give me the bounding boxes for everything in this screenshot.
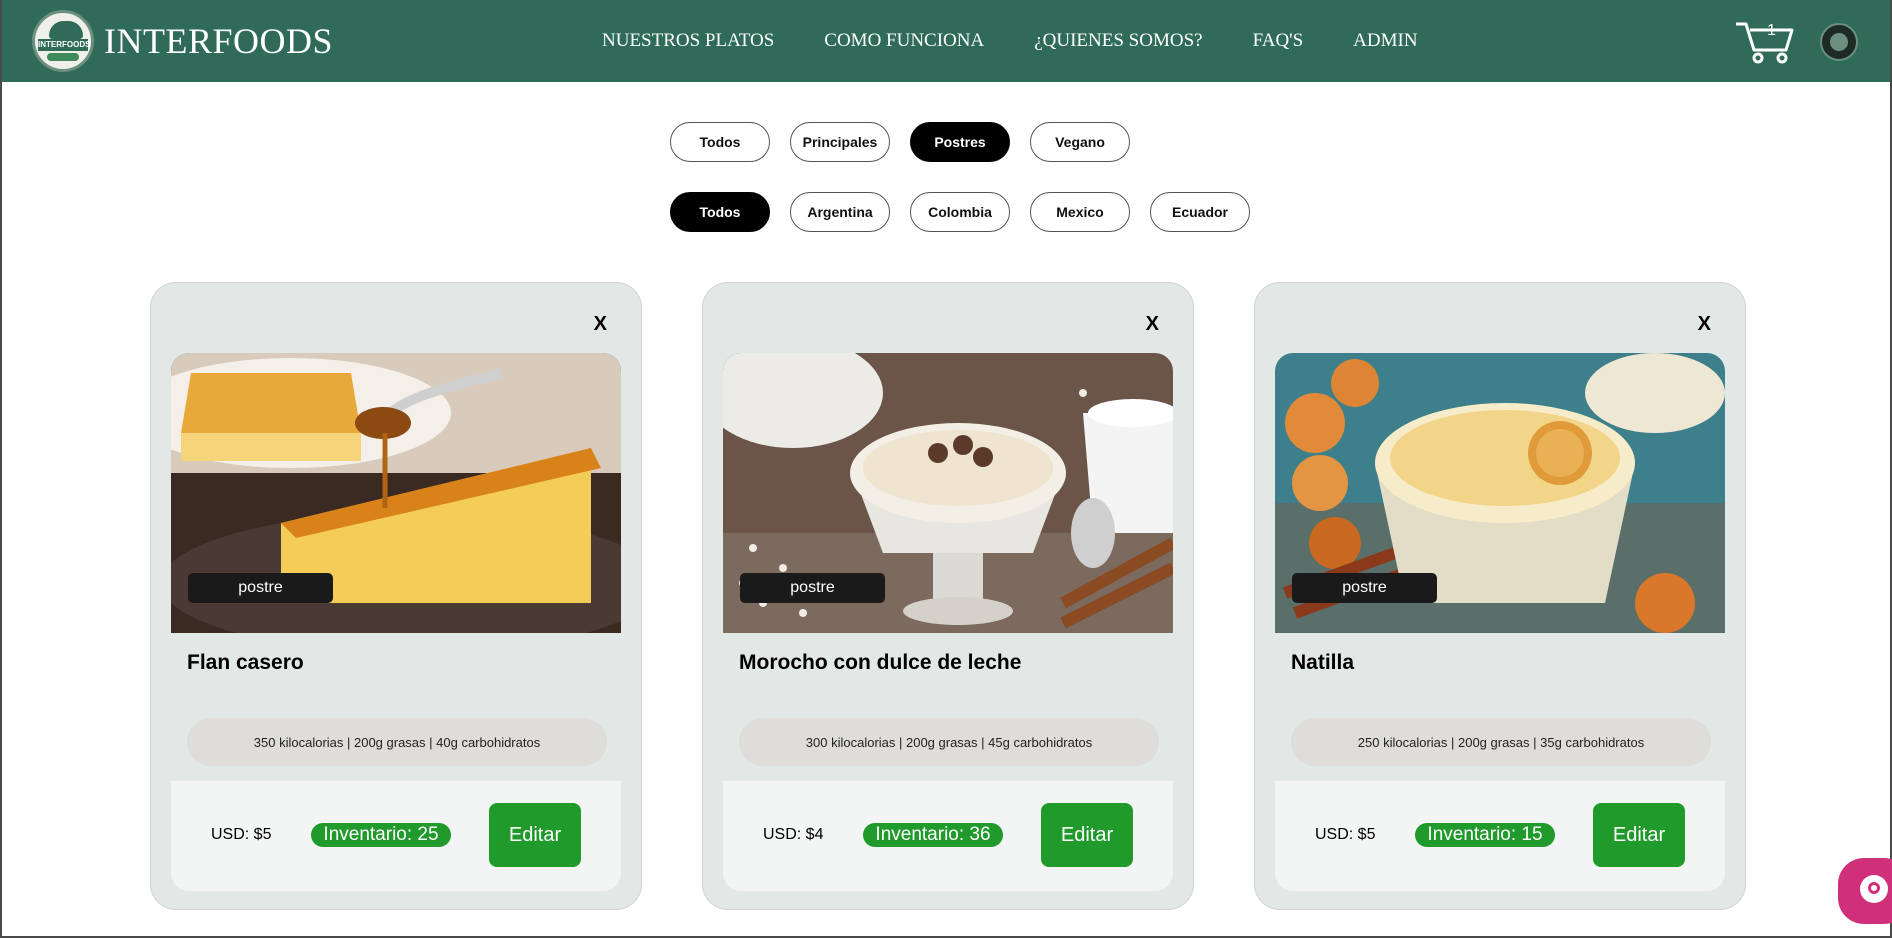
- dish-footer: USD: $4 Inventario: 36 Editar: [723, 781, 1173, 891]
- nav-quienes-somos[interactable]: ¿QUIENES SOMOS?: [1034, 30, 1202, 52]
- dish-title: Morocho con dulce de leche: [739, 651, 1022, 674]
- inventory-badge: Inventario: 36: [863, 823, 1003, 847]
- dish-card: X postre Morocho con dulce de leche 300: [702, 282, 1194, 910]
- filter-country-todos[interactable]: Todos: [670, 192, 770, 232]
- shopping-cart-icon[interactable]: 1: [1734, 18, 1794, 64]
- dish-nutrition: 300 kilocalorias | 200g grasas | 45g car…: [739, 718, 1159, 766]
- country-filter: Todos Argentina Colombia Mexico Ecuador: [670, 192, 1270, 232]
- dish-title: Natilla: [1291, 651, 1355, 674]
- filter-country-ecuador[interactable]: Ecuador: [1150, 192, 1250, 232]
- dish-footer: USD: $5 Inventario: 15 Editar: [1275, 781, 1725, 891]
- inventory-badge: Inventario: 25: [311, 823, 451, 847]
- dish-nutrition: 250 kilocalorias | 200g grasas | 35g car…: [1291, 718, 1711, 766]
- dish-type-tag: postre: [188, 573, 333, 603]
- top-header: INTERFOODS INTERFOODS NUESTROS PLATOS CO…: [2, 0, 1890, 82]
- filter-category-principales[interactable]: Principales: [790, 122, 890, 162]
- delete-dish-button[interactable]: X: [1698, 313, 1711, 336]
- filter-country-colombia[interactable]: Colombia: [910, 192, 1010, 232]
- filter-category-vegano[interactable]: Vegano: [1030, 122, 1130, 162]
- dish-card: X postre Natilla 250 kilocalorias | 200g…: [1254, 282, 1746, 910]
- edit-button[interactable]: Editar: [1041, 803, 1133, 867]
- dish-price: USD: $4: [763, 826, 824, 843]
- inventory-badge: Inventario: 15: [1415, 823, 1555, 847]
- cart-count-badge: 1: [1767, 22, 1776, 39]
- main-nav: NUESTROS PLATOS COMO FUNCIONA ¿QUIENES S…: [602, 30, 1468, 52]
- delete-dish-button[interactable]: X: [594, 313, 607, 336]
- user-avatar[interactable]: [1820, 23, 1858, 61]
- edit-button[interactable]: Editar: [489, 803, 581, 867]
- dish-price: USD: $5: [1315, 826, 1376, 843]
- filter-country-argentina[interactable]: Argentina: [790, 192, 890, 232]
- logo-text: INTERFOODS: [38, 39, 91, 51]
- chat-support-icon[interactable]: [1838, 858, 1892, 924]
- edit-button[interactable]: Editar: [1593, 803, 1685, 867]
- dish-type-tag: postre: [740, 573, 885, 603]
- dish-type-tag: postre: [1292, 573, 1437, 603]
- filter-country-mexico[interactable]: Mexico: [1030, 192, 1130, 232]
- nav-admin[interactable]: ADMIN: [1353, 30, 1417, 52]
- brand-name: INTERFOODS: [104, 21, 334, 61]
- dish-footer: USD: $5 Inventario: 25 Editar: [171, 781, 621, 891]
- dish-price: USD: $5: [211, 826, 272, 843]
- dish-nutrition: 350 kilocalorias | 200g grasas | 40g car…: [187, 718, 607, 766]
- interfoods-logo: INTERFOODS: [32, 10, 94, 72]
- dish-title: Flan casero: [187, 651, 304, 674]
- nav-nuestros-platos[interactable]: NUESTROS PLATOS: [602, 30, 774, 52]
- brand[interactable]: INTERFOODS INTERFOODS: [32, 10, 333, 72]
- dish-card: X postre Flan casero 350 kilocalorias | …: [150, 282, 642, 910]
- filter-category-todos[interactable]: Todos: [670, 122, 770, 162]
- delete-dish-button[interactable]: X: [1146, 313, 1159, 336]
- nav-faqs[interactable]: FAQ'S: [1253, 30, 1304, 52]
- nav-como-funciona[interactable]: COMO FUNCIONA: [824, 30, 984, 52]
- category-filter: Todos Principales Postres Vegano: [670, 122, 1150, 162]
- filter-category-postres[interactable]: Postres: [910, 122, 1010, 162]
